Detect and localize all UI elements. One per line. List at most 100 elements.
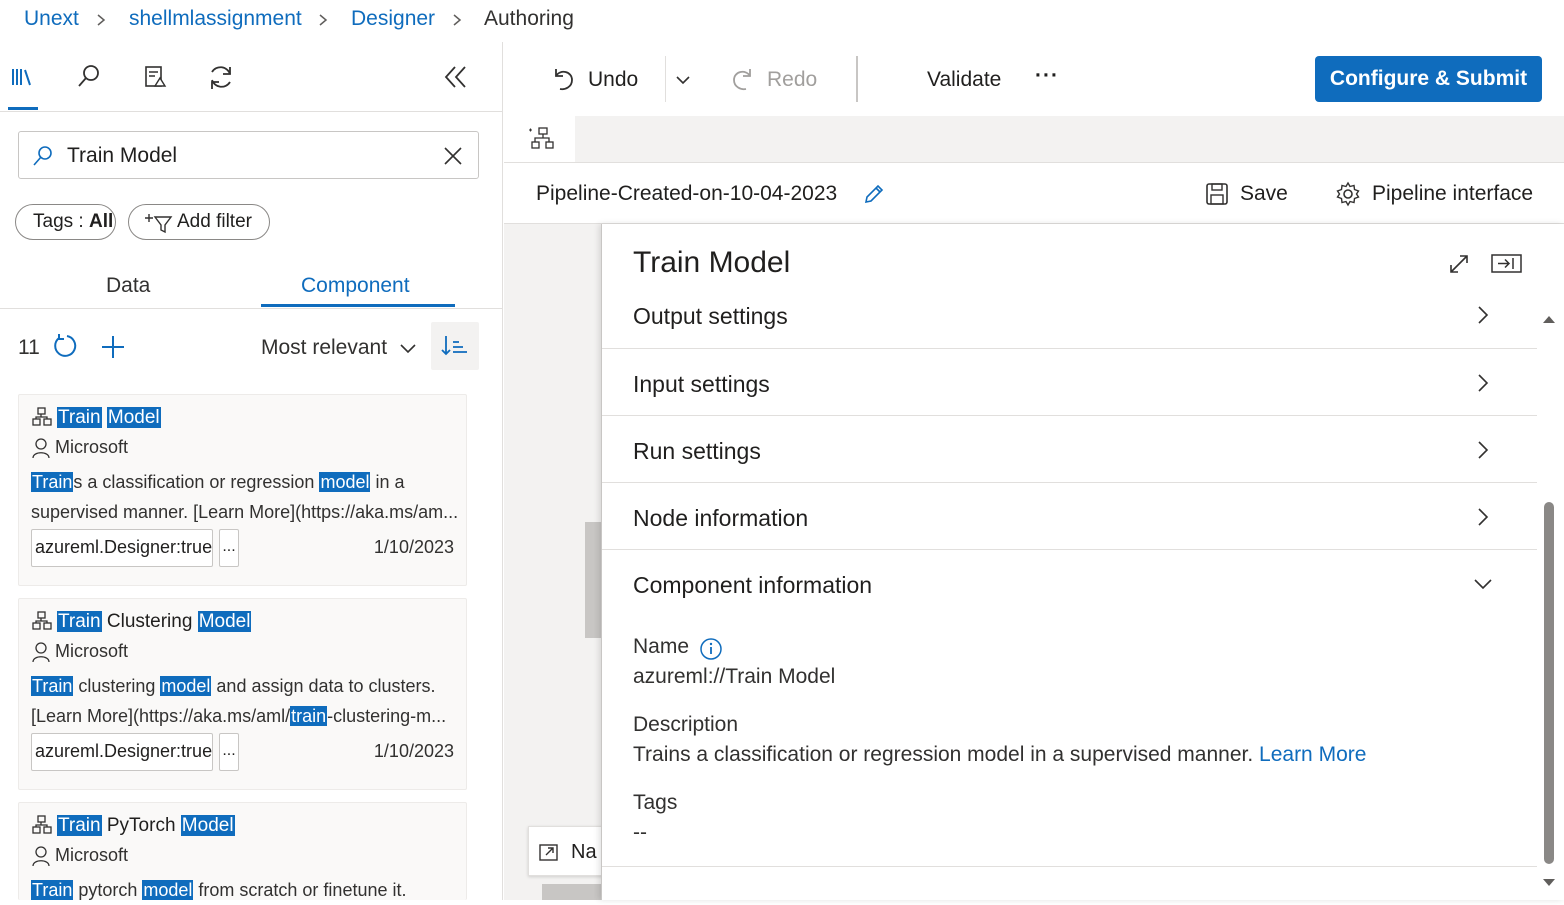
- component-card[interactable]: Train PyTorch Model Microsoft Train pyto…: [18, 802, 467, 900]
- refresh-icon[interactable]: [204, 60, 238, 94]
- sort-order-button[interactable]: [431, 322, 479, 370]
- library-tab-indicator: [8, 107, 38, 110]
- section-node-information[interactable]: Node information: [602, 483, 1537, 550]
- redo-button[interactable]: Redo: [767, 68, 817, 92]
- component-description: Trains a classification or regression mo…: [31, 472, 459, 522]
- chevron-down-icon[interactable]: [674, 71, 692, 89]
- canvas-hscrollbar[interactable]: [542, 884, 608, 900]
- chevron-right-icon: [319, 14, 328, 26]
- designer-toolbar: Undo Redo Validate ··· Configure & Submi…: [504, 42, 1564, 116]
- configure-submit-button[interactable]: Configure & Submit: [1315, 56, 1542, 102]
- component-title[interactable]: Train PyTorch Model: [57, 815, 235, 837]
- component-icon: [32, 815, 52, 834]
- dock-panel-icon[interactable]: [1490, 252, 1524, 276]
- tag-chip[interactable]: azureml.Designer:true: [31, 733, 213, 771]
- component-date: 1/10/2023: [373, 537, 454, 557]
- breadcrumb-workspace-org[interactable]: Unext: [24, 7, 79, 31]
- info-icon[interactable]: [699, 637, 723, 661]
- section-run-settings[interactable]: Run settings: [602, 416, 1537, 483]
- more-options-button[interactable]: ···: [1035, 64, 1059, 88]
- tags-filter-label: Tags :: [33, 211, 84, 232]
- section-output-settings[interactable]: Output settings: [602, 282, 1537, 349]
- redo-icon[interactable]: [730, 65, 756, 93]
- chevron-right-icon: [1478, 508, 1489, 526]
- gear-icon[interactable]: [1335, 181, 1361, 207]
- asset-library-panel: Train Model Tags : All Add filter Data C…: [0, 42, 503, 900]
- scrollbar-thumb[interactable]: [1544, 502, 1554, 864]
- section-label: Node information: [633, 505, 809, 531]
- library-icon[interactable]: [6, 60, 40, 94]
- search-input[interactable]: Train Model: [67, 144, 177, 168]
- double-chevron-left-icon[interactable]: [438, 60, 472, 94]
- save-icon[interactable]: [1204, 181, 1230, 207]
- section-input-settings[interactable]: Input settings: [602, 349, 1537, 416]
- add-filter-label: Add filter: [177, 211, 252, 232]
- chevron-right-icon: [1478, 374, 1489, 392]
- validate-button[interactable]: Validate: [927, 68, 1001, 92]
- name-label: Name: [633, 635, 690, 658]
- component-author: Microsoft: [55, 845, 129, 865]
- canvas-scrollbar[interactable]: [585, 522, 601, 638]
- undo-icon[interactable]: [550, 65, 576, 93]
- divider: [665, 56, 666, 102]
- more-tags-button[interactable]: ...: [219, 733, 239, 771]
- breadcrumb-workspace[interactable]: shellmlassignment: [129, 7, 302, 31]
- breadcrumb-designer[interactable]: Designer: [351, 7, 435, 31]
- tab-component[interactable]: Component: [301, 274, 410, 298]
- description-label: Description: [633, 713, 739, 736]
- pipeline-canvas[interactable]: Na: [504, 224, 608, 900]
- tab-component-indicator: [261, 304, 455, 307]
- search-icon: [33, 146, 52, 166]
- component-title[interactable]: Train Model: [57, 407, 161, 429]
- name-value: azureml://Train Model: [633, 665, 836, 688]
- add-filter-icon: [145, 214, 173, 234]
- divider: [856, 56, 858, 102]
- pipeline-graph-icon: [529, 127, 554, 149]
- datasets-icon[interactable]: [138, 60, 172, 94]
- undo-button[interactable]: Undo: [588, 68, 638, 92]
- canvas-tab-strip: [504, 116, 1564, 162]
- component-search-box[interactable]: Train Model: [18, 131, 479, 179]
- save-button[interactable]: Save: [1240, 182, 1288, 206]
- more-tags-button[interactable]: ...: [219, 529, 239, 567]
- tab-data[interactable]: Data: [106, 274, 150, 298]
- pipeline-interface-button[interactable]: Pipeline interface: [1372, 182, 1533, 206]
- pipeline-tab[interactable]: [504, 116, 575, 162]
- component-card[interactable]: Train Clustering Model Microsoft Train c…: [18, 598, 467, 790]
- section-label[interactable]: Component information: [633, 572, 872, 599]
- section-label: Output settings: [633, 303, 788, 329]
- chevron-right-icon: [1478, 306, 1489, 324]
- edit-pencil-icon[interactable]: [862, 182, 886, 206]
- divider: [0, 308, 503, 309]
- expand-icon[interactable]: [1447, 252, 1471, 276]
- navigator-button[interactable]: Na: [528, 826, 608, 876]
- chevron-down-icon[interactable]: [1472, 573, 1494, 595]
- navigator-label: Na: [571, 841, 597, 863]
- tags-filter-value: All: [88, 211, 114, 232]
- component-description: Train pytorch model from scratch or fine…: [31, 880, 407, 900]
- chevron-down-icon[interactable]: [398, 338, 418, 358]
- breadcrumb-current: Authoring: [484, 7, 574, 30]
- refresh-icon[interactable]: [51, 332, 79, 360]
- breadcrumb: Unext shellmlassignment Designer Authori…: [0, 0, 1564, 42]
- component-title[interactable]: Train Clustering Model: [57, 611, 252, 633]
- learn-more-link[interactable]: Learn More: [1259, 743, 1366, 766]
- clear-search-icon[interactable]: [442, 145, 464, 167]
- scroll-up-arrow-icon[interactable]: [1541, 312, 1557, 326]
- section-label: Run settings: [633, 438, 761, 464]
- tag-chip[interactable]: azureml.Designer:true: [31, 529, 213, 567]
- component-author: Microsoft: [55, 437, 129, 457]
- detail-title: Train Model: [633, 246, 791, 279]
- sort-dropdown[interactable]: Most relevant: [261, 336, 387, 360]
- component-icon: [32, 611, 52, 630]
- add-filter-button[interactable]: Add filter: [128, 204, 270, 240]
- add-icon[interactable]: [99, 333, 127, 361]
- search-icon[interactable]: [72, 60, 106, 94]
- pipeline-header: Pipeline-Created-on-10-04-2023 Save Pipe…: [504, 162, 1564, 224]
- pipeline-name: Pipeline-Created-on-10-04-2023: [536, 182, 838, 205]
- tags-filter-button[interactable]: Tags : All: [15, 204, 116, 240]
- component-description: Train clustering model and assign data t…: [31, 676, 447, 726]
- sort-descending-icon: [441, 336, 467, 356]
- scroll-down-arrow-icon[interactable]: [1541, 876, 1557, 890]
- component-card[interactable]: Train Model Microsoft Trains a classific…: [18, 394, 467, 586]
